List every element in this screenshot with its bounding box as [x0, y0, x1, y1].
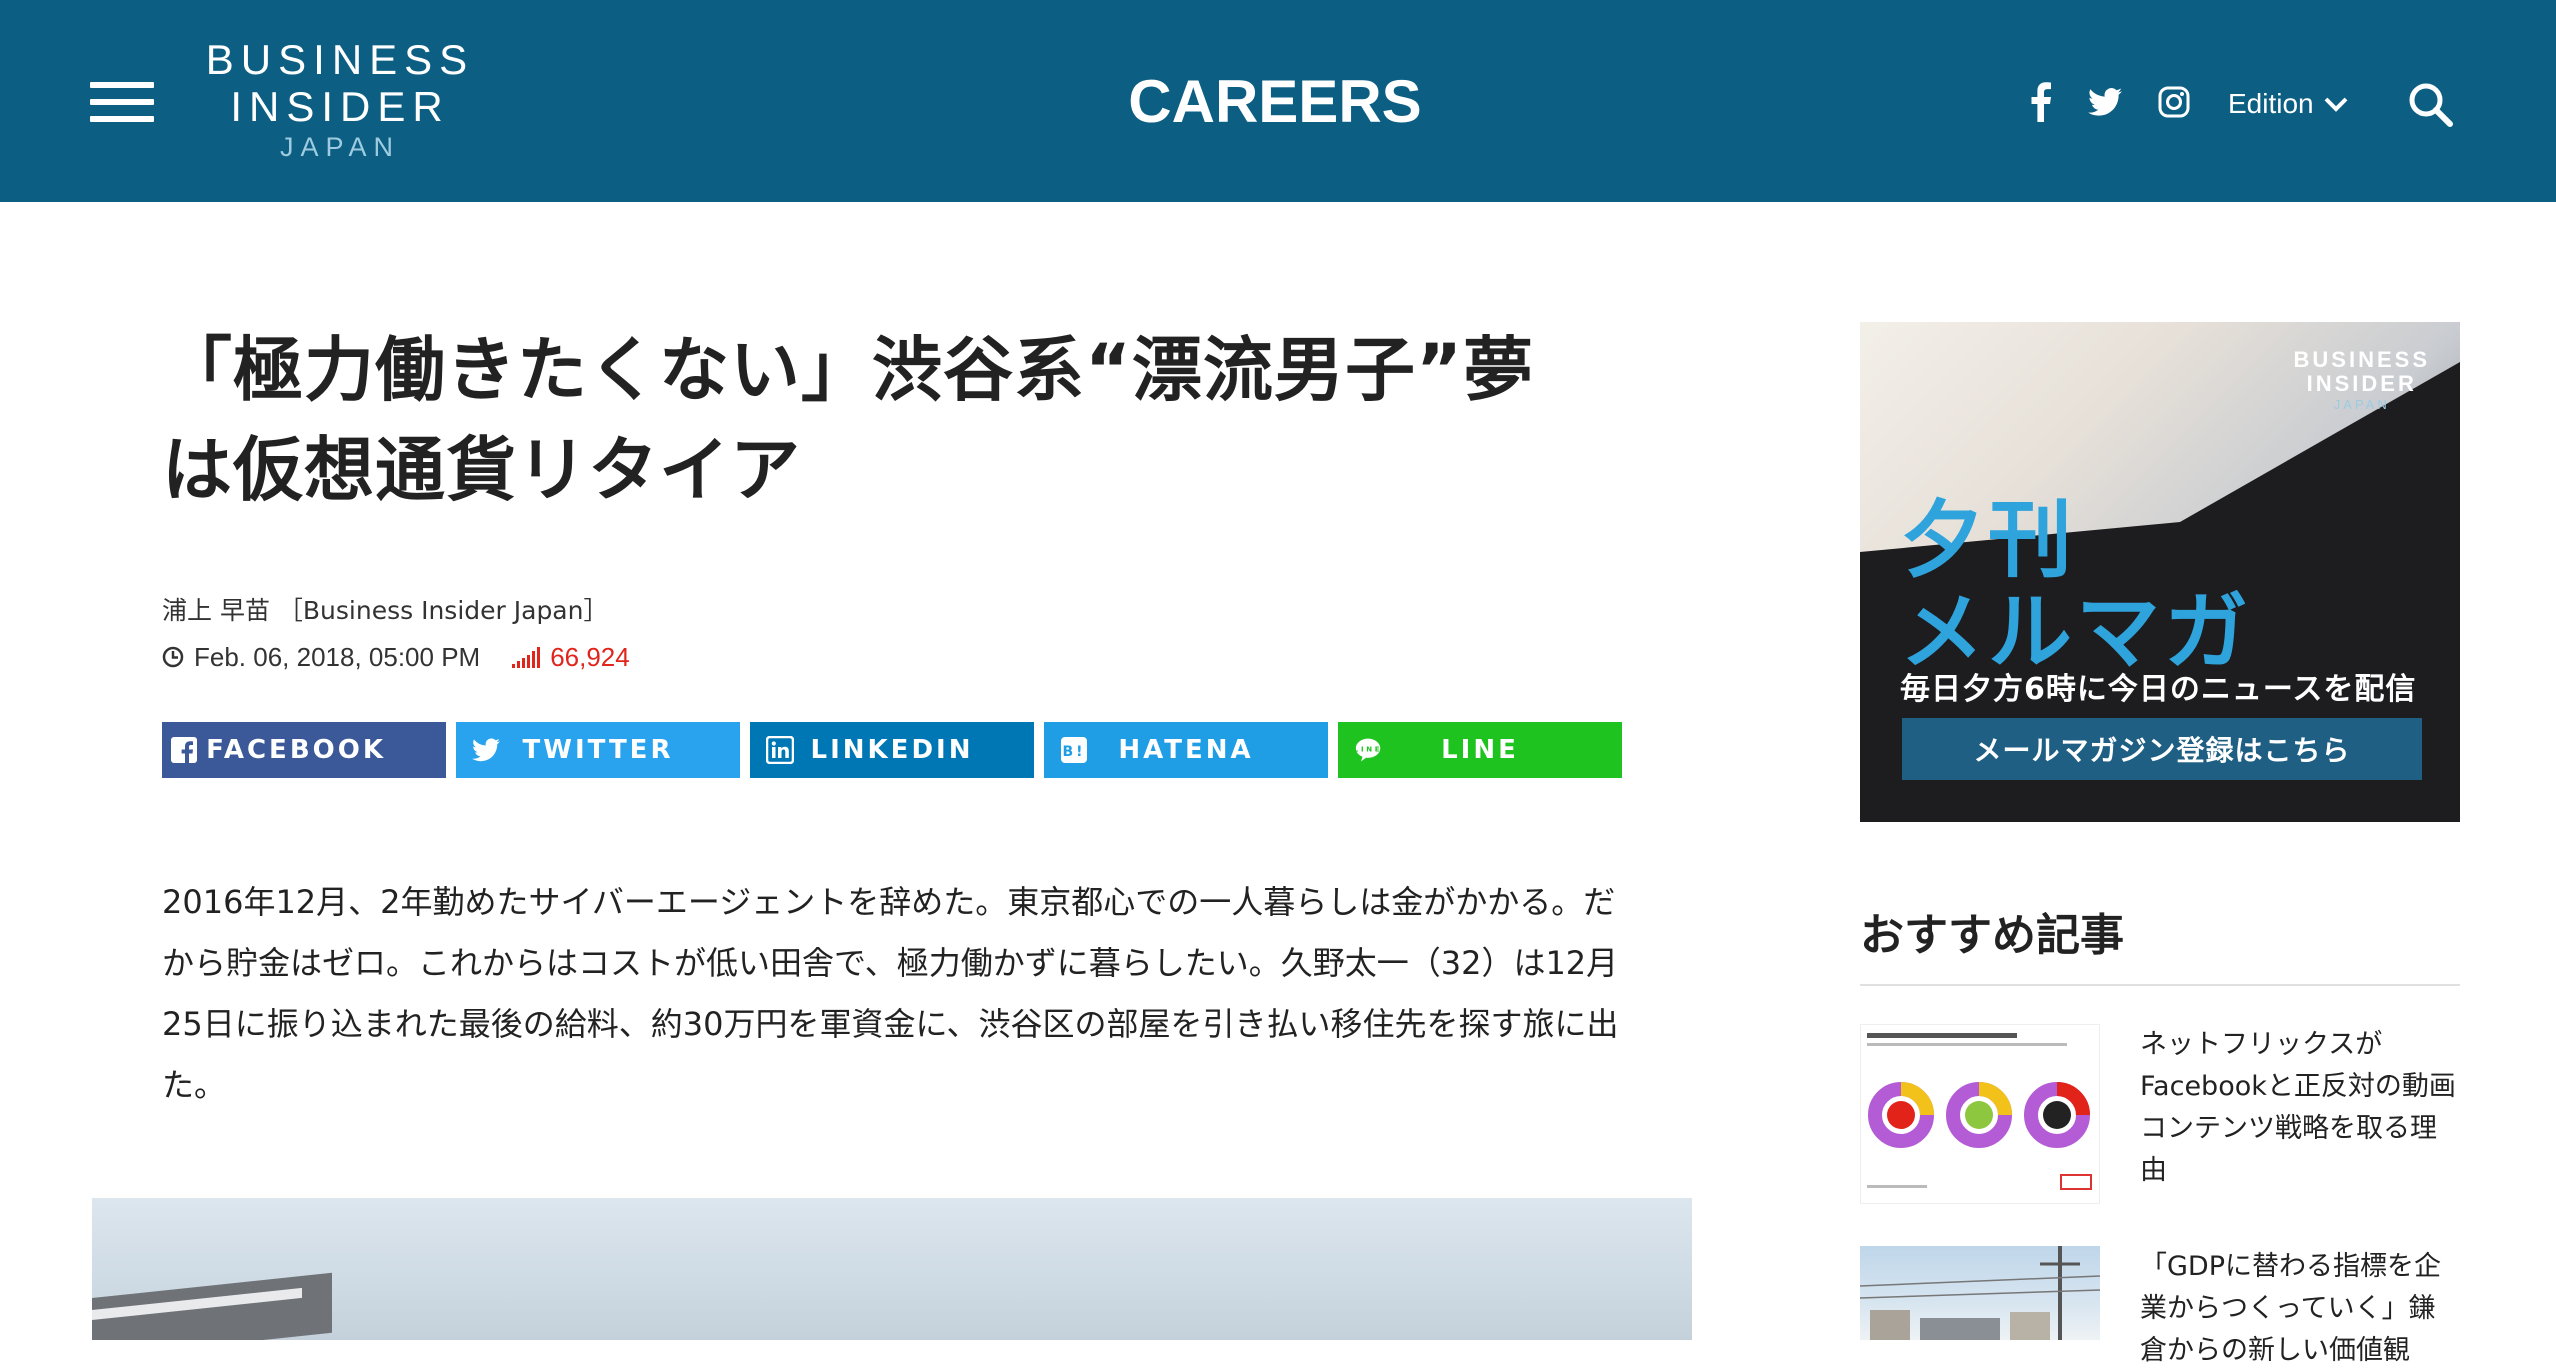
recommended-title[interactable]: 「GDPに替わる指標を企業からつくっていく」鎌倉からの新しい価値観: [2140, 1246, 2460, 1372]
recommended-item[interactable]: ネットフリックスがFacebookと正反対の動画コンテンツ戦略を取る理由: [1860, 1024, 2460, 1214]
site-logo[interactable]: BUSINESS INSIDER JAPAN: [200, 36, 480, 164]
recommended-thumbnail: [1860, 1024, 2100, 1204]
share-line-label: LINE: [1441, 735, 1519, 765]
share-facebook-label: FACEBOOK: [206, 735, 386, 765]
article-photo: [92, 1198, 1692, 1340]
facebook-icon: [171, 737, 198, 764]
share-hatena-label: HATENA: [1118, 735, 1254, 765]
view-count: 66,924: [550, 641, 630, 672]
edition-dropdown[interactable]: Edition: [2228, 84, 2348, 124]
twitter-icon[interactable]: [2088, 88, 2122, 116]
recommended-title[interactable]: ネットフリックスがFacebookと正反対の動画コンテンツ戦略を取る理由: [2140, 1024, 2460, 1192]
twitter-icon: [472, 738, 500, 762]
share-buttons: FACEBOOK TWITTER LINKEDIN B! HATENA LINE…: [162, 722, 1622, 778]
ad-logo-japan: JAPAN: [2333, 397, 2390, 412]
logo-line-insider: INSIDER: [230, 83, 450, 130]
streaming-chart-thumbnail: [1861, 1025, 2099, 1203]
search-icon[interactable]: [2406, 80, 2454, 128]
edition-label: Edition: [2228, 88, 2314, 119]
ad-subtitle: 毎日夕方6時に今日のニュースを配信: [1900, 672, 2417, 707]
instagram-icon[interactable]: [2158, 86, 2190, 118]
share-twitter-button[interactable]: TWITTER: [456, 722, 740, 778]
hatena-icon: B!: [1061, 737, 1087, 763]
article-body: 2016年12月、2年勤めたサイバーエージェントを辞めた。東京都心での一人暮らし…: [162, 883, 1619, 1104]
site-header: BUSINESS INSIDER JAPAN CAREERS Edition: [0, 0, 2556, 202]
newsletter-signup-button[interactable]: メールマガジン登録はこちら: [1902, 718, 2422, 780]
linkedin-icon: [766, 736, 794, 764]
ad-logo: BUSINESS INSIDER JAPAN: [2294, 348, 2430, 414]
ad-logo-insider: INSIDER: [2306, 371, 2417, 396]
article-headline: 「極力働きたくない」渋谷系“漂流男子”夢は仮想通貨リタイア: [162, 329, 1535, 511]
ad-title-line2: メルマガ: [1900, 583, 2253, 681]
share-linkedin-label: LINKEDIN: [810, 735, 974, 765]
recommended-thumbnail: [1860, 1246, 2100, 1340]
ad-logo-business: BUSINESS: [2293, 347, 2430, 372]
publish-date: Feb. 06, 2018, 05:00 PM: [194, 641, 481, 672]
share-line-button[interactable]: LINE LINE: [1338, 722, 1622, 778]
facebook-icon[interactable]: [2030, 82, 2052, 122]
share-facebook-button[interactable]: FACEBOOK: [162, 722, 446, 778]
svg-text:B!: B!: [1062, 744, 1085, 760]
share-hatena-button[interactable]: B! HATENA: [1044, 722, 1328, 778]
logo-line-business: BUSINESS: [205, 36, 475, 83]
share-linkedin-button[interactable]: LINKEDIN: [750, 722, 1034, 778]
street-photo-thumbnail: [1860, 1246, 2100, 1340]
logo-line-japan: JAPAN: [279, 132, 401, 162]
recommended-item[interactable]: 「GDPに替わる指標を企業からつくっていく」鎌倉からの新しい価値観: [1860, 1246, 2460, 1366]
svg-text:LINE: LINE: [1354, 745, 1382, 753]
section-title[interactable]: CAREERS: [1020, 62, 1530, 142]
clock-icon: [162, 646, 184, 668]
ad-title-line1: 夕刊: [1900, 491, 2077, 589]
recommended-heading: おすすめ記事: [1860, 910, 2124, 961]
line-icon: LINE: [1354, 738, 1382, 762]
view-count-icon: [512, 647, 541, 668]
newsletter-ad-banner[interactable]: BUSINESS INSIDER JAPAN 夕刊 メルマガ 毎日夕方6時に今日…: [1860, 322, 2460, 822]
chevron-down-icon: [2324, 97, 2348, 112]
article-byline: 浦上 早苗 ［Business Insider Japan］: [162, 596, 609, 625]
share-twitter-label: TWITTER: [522, 735, 674, 765]
ad-title: 夕刊 メルマガ: [1900, 494, 2252, 678]
recommended-divider: [1860, 984, 2460, 986]
article-meta: Feb. 06, 2018, 05:00 PM 66,924: [162, 640, 630, 674]
menu-icon[interactable]: [90, 82, 154, 122]
